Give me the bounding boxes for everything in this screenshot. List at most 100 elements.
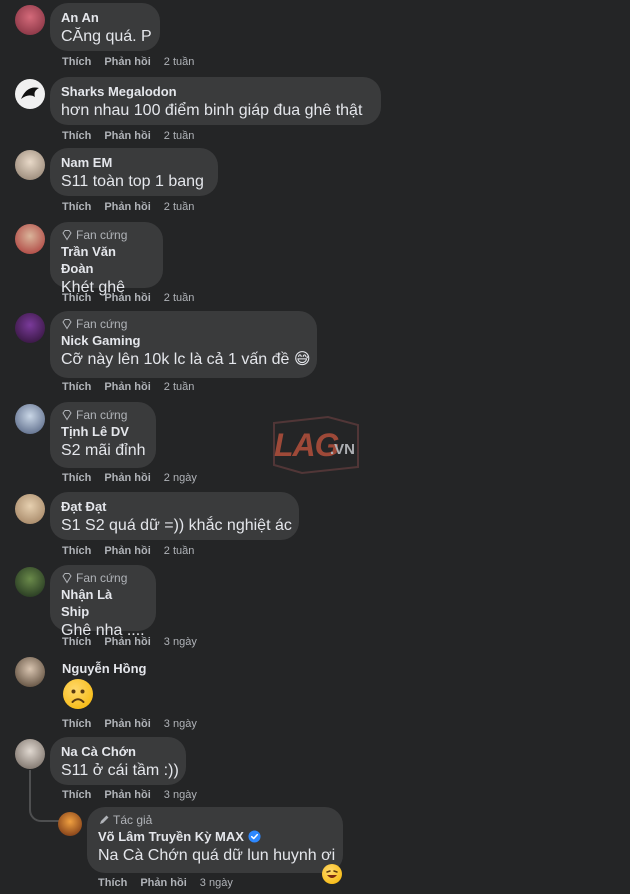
timestamp[interactable]: 3 ngày [164, 789, 197, 801]
badge-label: Fan cứng [76, 228, 128, 242]
reply-button[interactable]: Phản hồi [104, 56, 150, 68]
avatar[interactable] [58, 812, 82, 836]
comment-actions: Thích Phản hồi 2 tuần [62, 381, 194, 393]
like-button[interactable]: Thích [62, 201, 91, 213]
comment-actions: Thích Phản hồi 3 ngày [62, 718, 197, 730]
pencil-icon [100, 815, 109, 824]
diamond-icon [62, 573, 72, 584]
diamond-icon [62, 319, 72, 330]
author-badge: Tác giả [98, 813, 331, 827]
avatar[interactable] [15, 739, 45, 769]
like-button[interactable]: Thích [62, 130, 91, 142]
comment-bubble: Tác giả Võ Lâm Truyền Kỳ MAX Na Cà Chớn … [87, 807, 343, 873]
like-button[interactable]: Thích [98, 877, 127, 889]
timestamp[interactable]: 2 tuần [164, 130, 195, 142]
badge-label: Fan cứng [76, 317, 128, 331]
reply-button[interactable]: Phản hồi [104, 381, 150, 393]
diamond-icon [62, 410, 72, 421]
reply-button[interactable]: Phản hồi [104, 201, 150, 213]
comment-text: S11 ở cái tầm :)) [61, 762, 179, 779]
watermark-suffix: .VN [330, 441, 356, 458]
watermark-brand: LAG [274, 427, 340, 463]
comment-bubble: Sharks Megalodon hơn nhau 100 điểm binh … [50, 77, 381, 125]
timestamp[interactable]: 2 tuần [164, 381, 195, 393]
comment-author[interactable]: Võ Lâm Truyền Kỳ MAX [98, 828, 331, 845]
comment-author[interactable]: Nick Gaming [61, 332, 305, 349]
timestamp[interactable]: 2 tuần [164, 545, 195, 557]
timestamp[interactable]: 2 ngày [164, 472, 197, 484]
comment-actions: Thích Phản hồi 2 tuần [62, 130, 194, 142]
avatar[interactable] [15, 313, 45, 343]
timestamp[interactable]: 3 ngày [164, 718, 197, 730]
comment-actions: Thích Phản hồi 2 tuần [62, 201, 194, 213]
comment-author[interactable]: Nguyễn Hồng [62, 660, 147, 677]
badge-label: Tác giả [113, 813, 153, 827]
like-button[interactable]: Thích [62, 381, 91, 393]
comment-bubble: Fan cứng Nhận Là Ship Ghê nha .... [50, 565, 156, 639]
like-button[interactable]: Thích [62, 718, 91, 730]
badge-label: Fan cứng [76, 571, 128, 585]
like-button[interactable]: Thích [62, 636, 91, 648]
reply-button[interactable]: Phản hồi [104, 545, 150, 557]
fan-badge: Fan cứng [61, 228, 151, 242]
comment-author[interactable]: Tịnh Lê DV [61, 423, 144, 440]
reply-button[interactable]: Phản hồi [104, 718, 150, 730]
reply-button[interactable]: Phản hồi [104, 789, 150, 801]
author-name[interactable]: Võ Lâm Truyền Kỳ MAX [98, 828, 244, 845]
comment-bubble: Na Cà Chớn S11 ở cái tầm :)) [50, 737, 186, 785]
comment-author[interactable]: Đạt Đạt [61, 498, 287, 515]
reply-button[interactable]: Phản hồi [104, 636, 150, 648]
comment-author[interactable]: Na Cà Chớn [61, 743, 174, 760]
comment-bubble: Fan cứng Tịnh Lê DV S2 mãi đỉnh [50, 402, 156, 468]
reply-button[interactable]: Phản hồi [104, 472, 150, 484]
fan-badge: Fan cứng [61, 571, 144, 585]
comment-actions: Thích Phản hồi 2 tuần [62, 545, 194, 557]
comment-actions: Thích Phản hồi 3 ngày [98, 877, 233, 889]
verified-badge-icon [248, 830, 261, 843]
comment-author[interactable]: Nhận Là Ship [61, 586, 144, 620]
fan-badge: Fan cứng [61, 408, 144, 422]
comment-bubble: An An CĂng quá. P [50, 3, 160, 51]
comment-author[interactable]: An An [61, 9, 148, 26]
comment-text: Cỡ này lên 10k lc là cả 1 vấn đề 😅 [61, 351, 311, 368]
comment-text: Na Cà Chớn quá dữ lun huynh ơi [98, 847, 336, 864]
avatar[interactable] [15, 657, 45, 687]
comment-author[interactable]: Trần Văn Đoàn [61, 243, 151, 277]
like-button[interactable]: Thích [62, 292, 91, 304]
avatar[interactable] [15, 494, 45, 524]
comment-actions: Thích Phản hồi 2 tuần [62, 56, 194, 68]
comment-author[interactable]: Sharks Megalodon [61, 83, 369, 100]
comment-bubble: Đạt Đạt S1 S2 quá dữ =)) khắc nghiệt ác [50, 492, 299, 540]
diamond-icon [62, 230, 72, 241]
timestamp[interactable]: 2 tuần [164, 56, 195, 68]
fan-badge: Fan cứng [61, 317, 305, 331]
avatar[interactable] [15, 224, 45, 254]
avatar[interactable] [15, 404, 45, 434]
avatar[interactable] [15, 79, 45, 109]
timestamp[interactable]: 2 tuần [164, 292, 195, 304]
comment-bubble: Fan cứng Trần Văn Đoàn Khét ghê [50, 222, 163, 296]
badge-label: Fan cứng [76, 408, 128, 422]
timestamp[interactable]: 3 ngày [200, 877, 233, 889]
reply-button[interactable]: Phản hồi [104, 130, 150, 142]
comment-actions: Thích Phản hồi 2 tuần [62, 292, 194, 304]
like-button[interactable]: Thích [62, 545, 91, 557]
avatar[interactable] [15, 5, 45, 35]
avatar[interactable] [15, 567, 45, 597]
comment-actions: Thích Phản hồi 3 ngày [62, 789, 197, 801]
avatar[interactable] [15, 150, 45, 180]
reply-button[interactable]: Phản hồi [140, 877, 186, 889]
like-button[interactable]: Thích [62, 472, 91, 484]
comment-text: CĂng quá. P [61, 28, 152, 45]
comment-author[interactable]: Nam EM [61, 154, 206, 171]
like-button[interactable]: Thích [62, 789, 91, 801]
comment-text: S2 mãi đỉnh [61, 442, 146, 459]
comment-text: S11 toàn top 1 bang [61, 173, 204, 190]
shark-logo-icon [21, 87, 39, 99]
comment-text: S1 S2 quá dữ =)) khắc nghiệt ác [61, 517, 292, 534]
reply-button[interactable]: Phản hồi [104, 292, 150, 304]
timestamp[interactable]: 3 ngày [164, 636, 197, 648]
like-button[interactable]: Thích [62, 56, 91, 68]
laughing-emoji-reaction-icon[interactable] [322, 864, 342, 884]
timestamp[interactable]: 2 tuần [164, 201, 195, 213]
